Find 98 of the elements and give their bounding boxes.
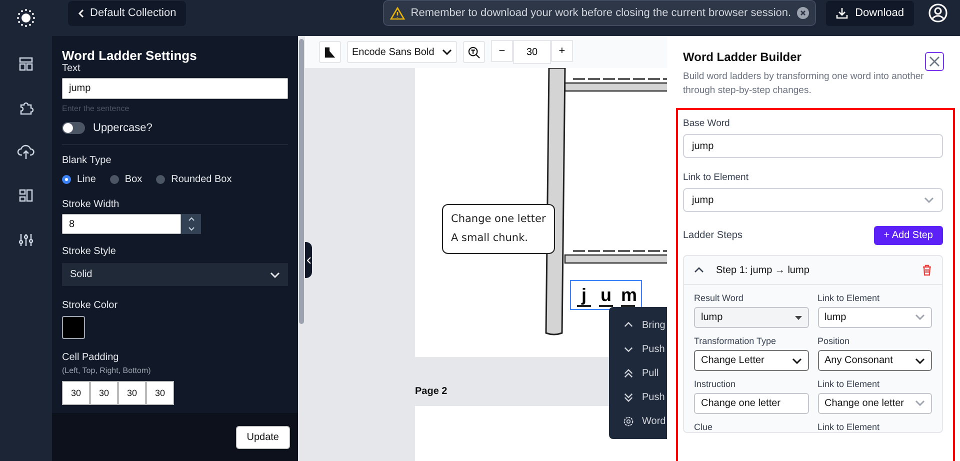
blocks-icon[interactable] xyxy=(18,188,34,204)
field-label: Transformation Type xyxy=(694,336,778,346)
field-label: Clue xyxy=(694,422,714,432)
double-chevron-down-icon xyxy=(623,392,634,402)
radio-option[interactable]: Rounded Box xyxy=(156,174,232,185)
chevron-down-icon xyxy=(270,272,280,278)
field-label: Result Word xyxy=(694,293,744,303)
base-word-field[interactable]: jump xyxy=(683,134,943,158)
padding-field[interactable]: 30 xyxy=(62,381,90,405)
shapes-button[interactable] xyxy=(319,41,341,63)
field-label: Cell Padding xyxy=(62,352,120,363)
trash-icon[interactable] xyxy=(922,264,932,276)
section-title: Ladder Steps xyxy=(683,230,742,241)
text-field[interactable]: jump xyxy=(62,78,288,99)
sun-logo-icon[interactable] xyxy=(16,8,36,28)
user-icon[interactable] xyxy=(928,3,948,23)
sliders-icon[interactable] xyxy=(18,232,34,248)
scrollbar-thumb[interactable] xyxy=(299,39,304,324)
close-button[interactable] xyxy=(925,52,944,71)
field-label: Stroke Style xyxy=(62,246,117,257)
field-hint: (Left, Top, Right, Bottom) xyxy=(62,366,152,375)
menu-item[interactable]: Bring xyxy=(609,313,667,337)
layout-icon[interactable] xyxy=(18,56,34,72)
menu-item[interactable]: Push xyxy=(609,385,667,409)
chevron-down-icon xyxy=(792,358,802,364)
number-field[interactable]: 8 xyxy=(62,214,181,234)
padding-field[interactable]: 30 xyxy=(90,381,118,405)
step-title: Step 1: jump → lump xyxy=(716,264,810,276)
field-label: Link to Element xyxy=(818,293,881,303)
chevron-down-icon xyxy=(915,400,925,406)
letter-blank: j xyxy=(577,285,591,307)
caret-icon xyxy=(794,316,802,320)
update-button[interactable]: Update xyxy=(236,426,290,448)
font-size-field[interactable]: 30 xyxy=(513,40,551,64)
chevron-down-icon xyxy=(915,314,925,320)
callout-text: A small chunk. xyxy=(451,231,529,246)
uppercase-toggle[interactable] xyxy=(62,122,85,134)
panel-title: Word Ladder Builder xyxy=(683,50,802,64)
dropdown-field[interactable]: Change one letter xyxy=(818,393,932,414)
download-button[interactable]: Download xyxy=(826,0,914,26)
menu-item[interactable]: Push xyxy=(609,337,667,361)
field-label: Link to Element xyxy=(818,422,881,432)
toggle-label: Uppercase? xyxy=(93,122,152,134)
font-select[interactable]: Encode Sans Bold xyxy=(347,41,457,63)
field-label: Link to Element xyxy=(818,379,881,389)
puzzle-icon[interactable] xyxy=(18,100,34,116)
select-field[interactable]: Any Consonant xyxy=(818,350,932,371)
select-field[interactable]: Change Letter xyxy=(694,350,808,371)
warning-icon xyxy=(390,6,405,20)
link-select[interactable]: jump xyxy=(683,188,943,212)
close-icon xyxy=(929,56,940,67)
chevron-down-icon xyxy=(924,197,934,203)
callout-text: Change one letter xyxy=(451,212,546,227)
field-label: Stroke Color xyxy=(62,300,119,311)
menu-item[interactable]: Pull xyxy=(609,361,667,385)
collapse-toggle[interactable] xyxy=(694,267,704,273)
padding-field[interactable]: 30 xyxy=(146,381,174,405)
field-label: Instruction xyxy=(694,379,737,389)
cloud-upload-icon[interactable] xyxy=(17,144,35,160)
back-button[interactable]: Default Collection xyxy=(68,0,186,26)
zoom-text-icon xyxy=(468,46,480,58)
field-label: Text xyxy=(62,63,82,74)
combo-field[interactable]: lump xyxy=(694,307,808,328)
download-icon xyxy=(836,7,848,19)
page-label: Page 2 xyxy=(415,386,448,397)
decrease-button[interactable]: − xyxy=(491,40,513,62)
field-label: Base Word xyxy=(683,118,731,129)
stroke-style-select[interactable]: Solid xyxy=(62,263,288,286)
chevron-up-icon xyxy=(694,267,704,273)
notice-text: Remember to download your work before closing the current browser session. xyxy=(410,7,792,19)
field-label: Blank Type xyxy=(62,155,112,166)
collapse-handle[interactable] xyxy=(305,242,312,278)
color-swatch[interactable] xyxy=(62,316,85,339)
field-hint: Enter the sentence xyxy=(62,104,130,113)
shapes-icon xyxy=(324,46,336,58)
padding-field[interactable]: 30 xyxy=(118,381,146,405)
field-label: Link to Element xyxy=(683,172,750,183)
menu-item[interactable]: Word xyxy=(609,409,667,433)
dropdown-field[interactable]: lump xyxy=(818,307,932,328)
field-label: Stroke Width xyxy=(62,199,120,210)
increase-button[interactable]: + xyxy=(551,40,573,62)
gear-icon xyxy=(623,416,634,426)
chevron-left-icon xyxy=(78,8,84,18)
panel-description: Build word ladders by transforming one word into another through step-by-step changes. xyxy=(683,70,925,98)
field-label: Position xyxy=(818,336,851,346)
close-icon[interactable] xyxy=(797,7,810,19)
chevron-down-icon xyxy=(442,49,452,55)
spinner-icon[interactable] xyxy=(181,214,201,234)
input-field[interactable]: Change one letter xyxy=(694,393,808,414)
radio-option[interactable]: Line xyxy=(62,174,96,185)
panel-title: Word Ladder Settings xyxy=(62,48,198,63)
chevron-down-icon xyxy=(915,358,925,364)
double-chevron-up-icon xyxy=(623,368,634,378)
radio-option[interactable]: Box xyxy=(110,174,142,185)
chevron-left-icon xyxy=(306,256,310,264)
callout-box[interactable]: Change one letter A small chunk. xyxy=(442,204,555,254)
text-zoom-button[interactable] xyxy=(463,41,485,63)
add-step-button[interactable]: + Add Step xyxy=(874,226,943,245)
